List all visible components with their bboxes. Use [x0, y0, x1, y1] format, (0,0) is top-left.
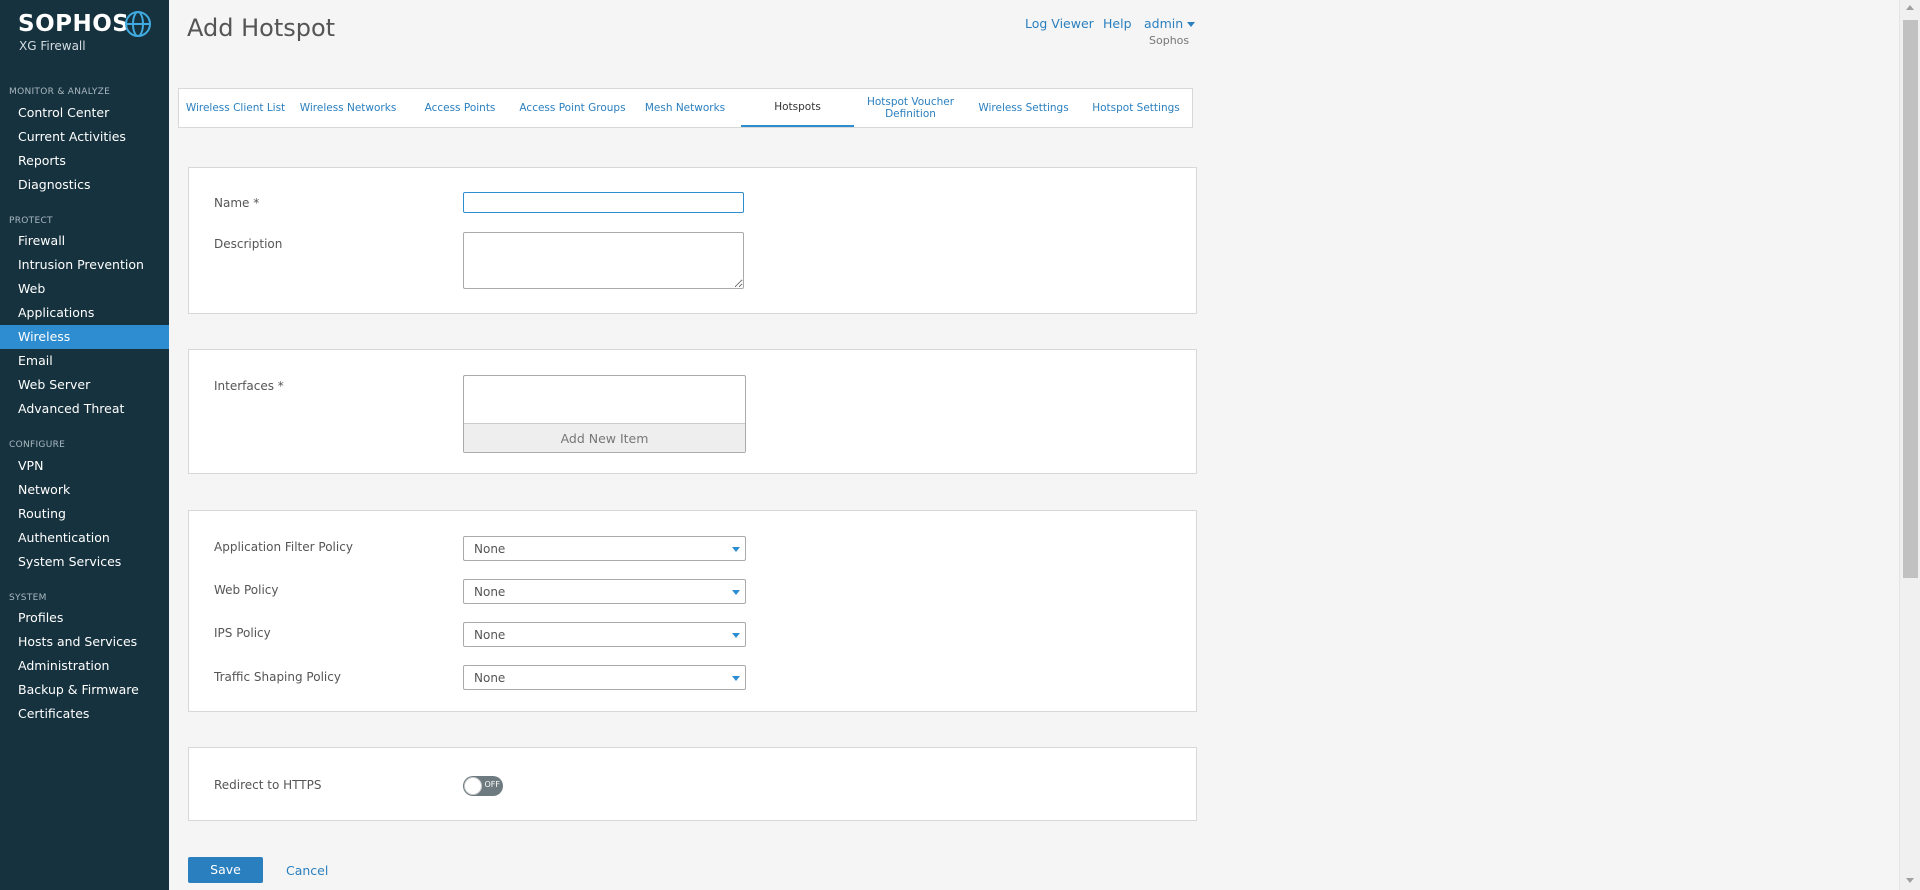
sidebar-item-backup-firmware[interactable]: Backup & Firmware [0, 678, 169, 702]
tab-wireless-client-list[interactable]: Wireless Client List [179, 89, 292, 127]
sidebar-item-profiles[interactable]: Profiles [0, 606, 169, 630]
page-title: Add Hotspot [187, 14, 336, 42]
globe-icon [125, 11, 151, 37]
sidebar: SOPHOS XG Firewall MONITOR & ANALYZE Con… [0, 0, 169, 890]
web-policy-select[interactable]: None [463, 579, 746, 604]
interfaces-label: Interfaces * [214, 379, 284, 393]
nav-section-protect: PROTECT [9, 216, 53, 226]
sidebar-item-certificates[interactable]: Certificates [0, 702, 169, 726]
chevron-down-icon [732, 633, 740, 638]
sidebar-item-current-activities[interactable]: Current Activities [0, 125, 169, 149]
traffic-shaping-value: None [474, 671, 506, 685]
sidebar-item-firewall[interactable]: Firewall [0, 229, 169, 253]
nav-section-configure: CONFIGURE [9, 440, 66, 450]
app-filter-value: None [474, 542, 506, 556]
sidebar-item-control-center[interactable]: Control Center [0, 101, 169, 125]
user-name: admin [1144, 16, 1184, 31]
cancel-button[interactable]: Cancel [286, 863, 328, 878]
ips-policy-label: IPS Policy [214, 626, 271, 640]
tab-bar: Wireless Client List Wireless Networks A… [178, 88, 1193, 128]
traffic-shaping-select[interactable]: None [463, 665, 746, 690]
sidebar-item-vpn[interactable]: VPN [0, 454, 169, 478]
log-viewer-link[interactable]: Log Viewer [1025, 16, 1094, 31]
ips-policy-value: None [474, 628, 506, 642]
brand-logo: SOPHOS XG Firewall [18, 12, 129, 53]
sidebar-item-routing[interactable]: Routing [0, 502, 169, 526]
redirect-https-toggle[interactable]: OFF [463, 776, 503, 796]
nav-section-system: SYSTEM [9, 593, 47, 603]
vertical-scrollbar[interactable] [1899, 0, 1920, 890]
web-policy-value: None [474, 585, 506, 599]
tab-mesh-networks[interactable]: Mesh Networks [629, 89, 741, 127]
interfaces-list[interactable]: Add New Item [463, 375, 746, 453]
app-filter-select[interactable]: None [463, 536, 746, 561]
description-textarea[interactable] [463, 232, 744, 289]
sidebar-item-wireless[interactable]: Wireless [0, 325, 169, 349]
nav-section-monitor: MONITOR & ANALYZE [9, 87, 111, 97]
toggle-knob [464, 777, 482, 795]
sidebar-item-administration[interactable]: Administration [0, 654, 169, 678]
sidebar-item-reports[interactable]: Reports [0, 149, 169, 173]
tab-hotspot-settings[interactable]: Hotspot Settings [1080, 89, 1192, 127]
tab-wireless-settings[interactable]: Wireless Settings [967, 89, 1080, 127]
app-filter-label: Application Filter Policy [214, 540, 353, 554]
sidebar-item-web[interactable]: Web [0, 277, 169, 301]
tab-hotspot-voucher-definition[interactable]: Hotspot Voucher Definition [854, 89, 967, 127]
web-policy-label: Web Policy [214, 583, 279, 597]
sidebar-item-diagnostics[interactable]: Diagnostics [0, 173, 169, 197]
scrollbar-thumb[interactable] [1903, 20, 1918, 578]
sidebar-item-hosts-and-services[interactable]: Hosts and Services [0, 630, 169, 654]
sidebar-item-system-services[interactable]: System Services [0, 550, 169, 574]
tab-access-points[interactable]: Access Points [404, 89, 516, 127]
name-input[interactable] [463, 192, 744, 213]
sidebar-item-network[interactable]: Network [0, 478, 169, 502]
brand-name: SOPHOS [18, 11, 130, 37]
traffic-shaping-label: Traffic Shaping Policy [214, 670, 341, 684]
sidebar-item-email[interactable]: Email [0, 349, 169, 373]
description-label: Description [214, 237, 283, 251]
scroll-up-icon[interactable] [1906, 5, 1914, 10]
scroll-down-icon[interactable] [1906, 878, 1914, 883]
tab-hotspots[interactable]: Hotspots [741, 89, 854, 127]
save-button[interactable]: Save [188, 857, 263, 883]
tab-access-point-groups[interactable]: Access Point Groups [516, 89, 629, 127]
footer-bar [169, 848, 1899, 890]
user-menu[interactable]: admin [1144, 16, 1196, 31]
sidebar-item-intrusion-prevention[interactable]: Intrusion Prevention [0, 253, 169, 277]
sidebar-item-web-server[interactable]: Web Server [0, 373, 169, 397]
sidebar-item-applications[interactable]: Applications [0, 301, 169, 325]
chevron-down-icon [732, 590, 740, 595]
brand-product: XG Firewall [19, 39, 86, 53]
chevron-down-icon [732, 547, 740, 552]
org-name: Sophos [1149, 34, 1190, 47]
chevron-down-icon [1187, 22, 1196, 27]
sidebar-item-authentication[interactable]: Authentication [0, 526, 169, 550]
name-label: Name * [214, 196, 260, 210]
ips-policy-select[interactable]: None [463, 622, 746, 647]
toggle-state: OFF [484, 780, 501, 789]
redirect-https-label: Redirect to HTTPS [214, 778, 322, 792]
sidebar-item-advanced-threat[interactable]: Advanced Threat [0, 397, 169, 421]
redirect-panel [188, 747, 1197, 821]
help-link[interactable]: Help [1103, 16, 1132, 31]
add-new-item-button[interactable]: Add New Item [464, 423, 745, 452]
tab-wireless-networks[interactable]: Wireless Networks [292, 89, 404, 127]
chevron-down-icon [732, 676, 740, 681]
